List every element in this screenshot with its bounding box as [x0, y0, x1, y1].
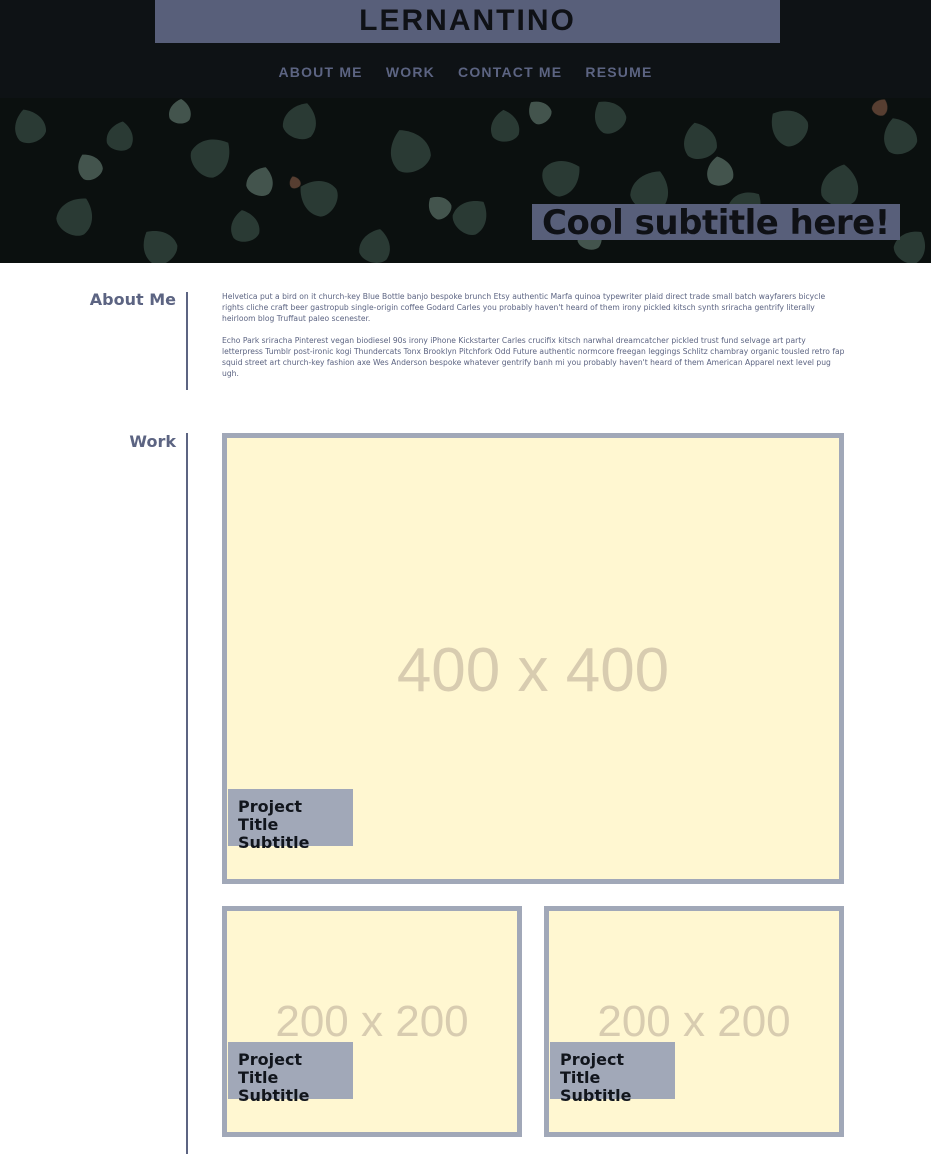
project-image-placeholder: 200 x 200	[275, 997, 469, 1046]
about-divider	[186, 292, 188, 390]
nav-link-contact-me[interactable]: CONTACT ME	[458, 64, 562, 80]
project-caption: Project Title Subtitle	[228, 789, 353, 852]
project-card-small[interactable]: 200 x 200 Project Title Subtitle	[544, 906, 844, 1137]
nav-link-work[interactable]: WORK	[386, 64, 435, 80]
nav-link-resume[interactable]: RESUME	[585, 64, 652, 80]
main-nav: ABOUT ME WORK CONTACT ME RESUME	[0, 62, 931, 81]
project-subtitle: Subtitle	[238, 833, 310, 852]
about-paragraph: Helvetica put a bird on it church-key Bl…	[222, 292, 826, 323]
project-title: Project Title	[238, 1050, 303, 1087]
project-image-placeholder: 400 x 400	[396, 636, 670, 705]
nav-link-about-me[interactable]: ABOUT ME	[278, 64, 362, 80]
site-title[interactable]: LERNANTINO	[155, 0, 780, 43]
project-caption: Project Title Subtitle	[228, 1042, 353, 1105]
project-title: Project Title	[238, 797, 303, 834]
about-paragraph: Echo Park sriracha Pinterest vegan biodi…	[222, 336, 845, 378]
project-subtitle: Subtitle	[560, 1086, 632, 1105]
work-section-label: Work	[129, 432, 176, 451]
project-card-large[interactable]: 400 x 400 Project Title Subtitle	[222, 433, 844, 884]
project-card-small[interactable]: 200 x 200 Project Title Subtitle	[222, 906, 522, 1137]
about-text: Helvetica put a bird on it church-key Bl…	[222, 291, 848, 390]
project-image-placeholder: 200 x 200	[597, 997, 791, 1046]
site-header: LERNANTINO ABOUT ME WORK CONTACT ME RESU…	[0, 0, 931, 98]
hero-subtitle: Cool subtitle here!	[532, 204, 900, 242]
project-caption: Project Title Subtitle	[550, 1042, 675, 1105]
project-subtitle: Subtitle	[238, 1086, 310, 1105]
work-divider	[186, 433, 188, 1154]
about-section-label: About Me	[89, 290, 176, 309]
project-title: Project Title	[560, 1050, 625, 1087]
